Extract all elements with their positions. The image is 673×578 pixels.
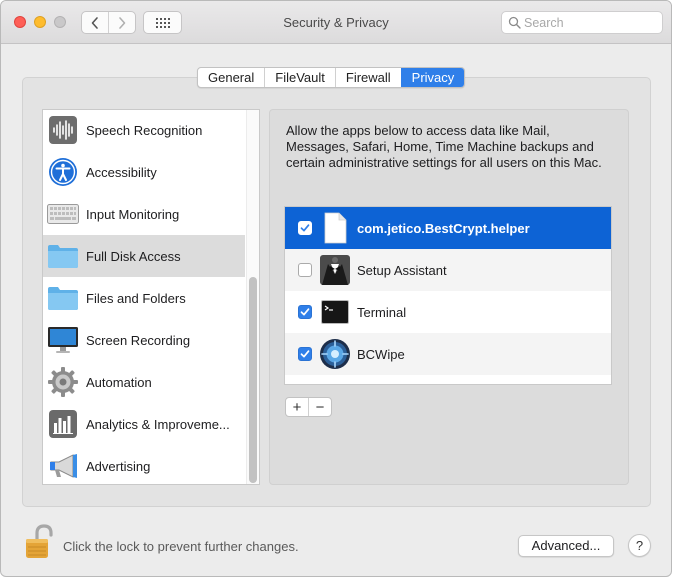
sidebar-item-automation[interactable]: Automation bbox=[43, 361, 245, 403]
sidebar-item-input-monitoring[interactable]: Input Monitoring bbox=[43, 193, 245, 235]
tab-general[interactable]: General bbox=[198, 68, 264, 87]
folder-icon bbox=[47, 240, 79, 272]
megaphone-icon bbox=[47, 450, 79, 482]
app-checkbox[interactable] bbox=[298, 221, 312, 235]
gear-icon bbox=[47, 366, 79, 398]
list-item-setup-assistant[interactable]: Setup Assistant bbox=[285, 249, 611, 291]
app-checkbox[interactable] bbox=[298, 305, 312, 319]
sidebar-item-screen-recording[interactable]: Screen Recording bbox=[43, 319, 245, 361]
add-remove-buttons: + − bbox=[285, 397, 332, 417]
list-item-bcwipe[interactable]: BCWipe bbox=[285, 333, 611, 375]
advanced-button[interactable]: Advanced... bbox=[518, 535, 614, 557]
keyboard-icon bbox=[47, 198, 79, 230]
search-icon bbox=[508, 16, 521, 29]
sidebar-item-label: Speech Recognition bbox=[86, 123, 203, 138]
sidebar-item-label: Advertising bbox=[86, 459, 151, 474]
tab-firewall[interactable]: Firewall bbox=[334, 68, 401, 87]
remove-app-button[interactable]: − bbox=[308, 398, 331, 416]
app-list: com.jetico.BestCrypt.helper Setup Assist… bbox=[284, 206, 612, 385]
setup-assistant-icon bbox=[319, 254, 351, 286]
sidebar-item-label: Accessibility bbox=[86, 165, 157, 180]
folder-icon bbox=[47, 282, 79, 314]
sidebar-item-files-and-folders[interactable]: Files and Folders bbox=[43, 277, 245, 319]
app-name: Terminal bbox=[357, 305, 407, 320]
sidebar-item-advertising[interactable]: Advertising bbox=[43, 445, 245, 484]
document-icon bbox=[319, 212, 351, 244]
sidebar-item-speech-recognition[interactable]: Speech Recognition bbox=[43, 110, 245, 151]
sidebar-item-analytics[interactable]: Analytics & Improveme... bbox=[43, 403, 245, 445]
app-name: BCWipe bbox=[357, 347, 405, 362]
bcwipe-icon bbox=[319, 338, 351, 370]
analytics-icon bbox=[47, 408, 79, 440]
tab-privacy[interactable]: Privacy bbox=[400, 68, 465, 87]
app-checkbox[interactable] bbox=[298, 263, 312, 277]
checkmark-icon bbox=[300, 308, 310, 316]
sidebar-item-label: Screen Recording bbox=[86, 333, 191, 348]
preferences-window: Security & Privacy General FileVault Fir… bbox=[0, 0, 672, 577]
privacy-category-list: Speech Recognition Accessibility Input M… bbox=[42, 109, 260, 485]
sidebar-item-label: Automation bbox=[86, 375, 152, 390]
tab-bar: General FileVault Firewall Privacy bbox=[197, 67, 466, 88]
sidebar-item-label: Analytics & Improveme... bbox=[86, 417, 230, 432]
list-item-terminal[interactable]: Terminal bbox=[285, 291, 611, 333]
accessibility-icon bbox=[47, 156, 79, 188]
sidebar-scrollbar[interactable] bbox=[249, 277, 257, 483]
lock-message: Click the lock to prevent further change… bbox=[63, 539, 299, 554]
panel-description: Allow the apps below to access data like… bbox=[286, 123, 602, 170]
title-bar: Security & Privacy bbox=[1, 1, 671, 44]
speech-recognition-icon bbox=[47, 114, 79, 146]
help-button[interactable]: ? bbox=[628, 534, 651, 557]
sidebar-item-accessibility[interactable]: Accessibility bbox=[43, 151, 245, 193]
terminal-icon bbox=[319, 296, 351, 328]
add-app-button[interactable]: + bbox=[286, 398, 308, 416]
checkmark-icon bbox=[300, 224, 310, 232]
search-field[interactable] bbox=[501, 11, 663, 34]
list-item-bestcrypt-helper[interactable]: com.jetico.BestCrypt.helper bbox=[285, 207, 611, 249]
app-name: com.jetico.BestCrypt.helper bbox=[357, 221, 530, 236]
lock-icon[interactable] bbox=[23, 524, 57, 560]
sidebar-item-label: Files and Folders bbox=[86, 291, 186, 306]
sidebar-item-label: Full Disk Access bbox=[86, 249, 181, 264]
app-name: Setup Assistant bbox=[357, 263, 447, 278]
tab-filevault[interactable]: FileVault bbox=[264, 68, 335, 87]
sidebar-item-full-disk-access[interactable]: Full Disk Access bbox=[43, 235, 245, 277]
search-input[interactable] bbox=[524, 15, 654, 31]
sidebar-item-label: Input Monitoring bbox=[86, 207, 180, 222]
checkmark-icon bbox=[300, 350, 310, 358]
display-icon bbox=[47, 324, 79, 356]
app-checkbox[interactable] bbox=[298, 347, 312, 361]
